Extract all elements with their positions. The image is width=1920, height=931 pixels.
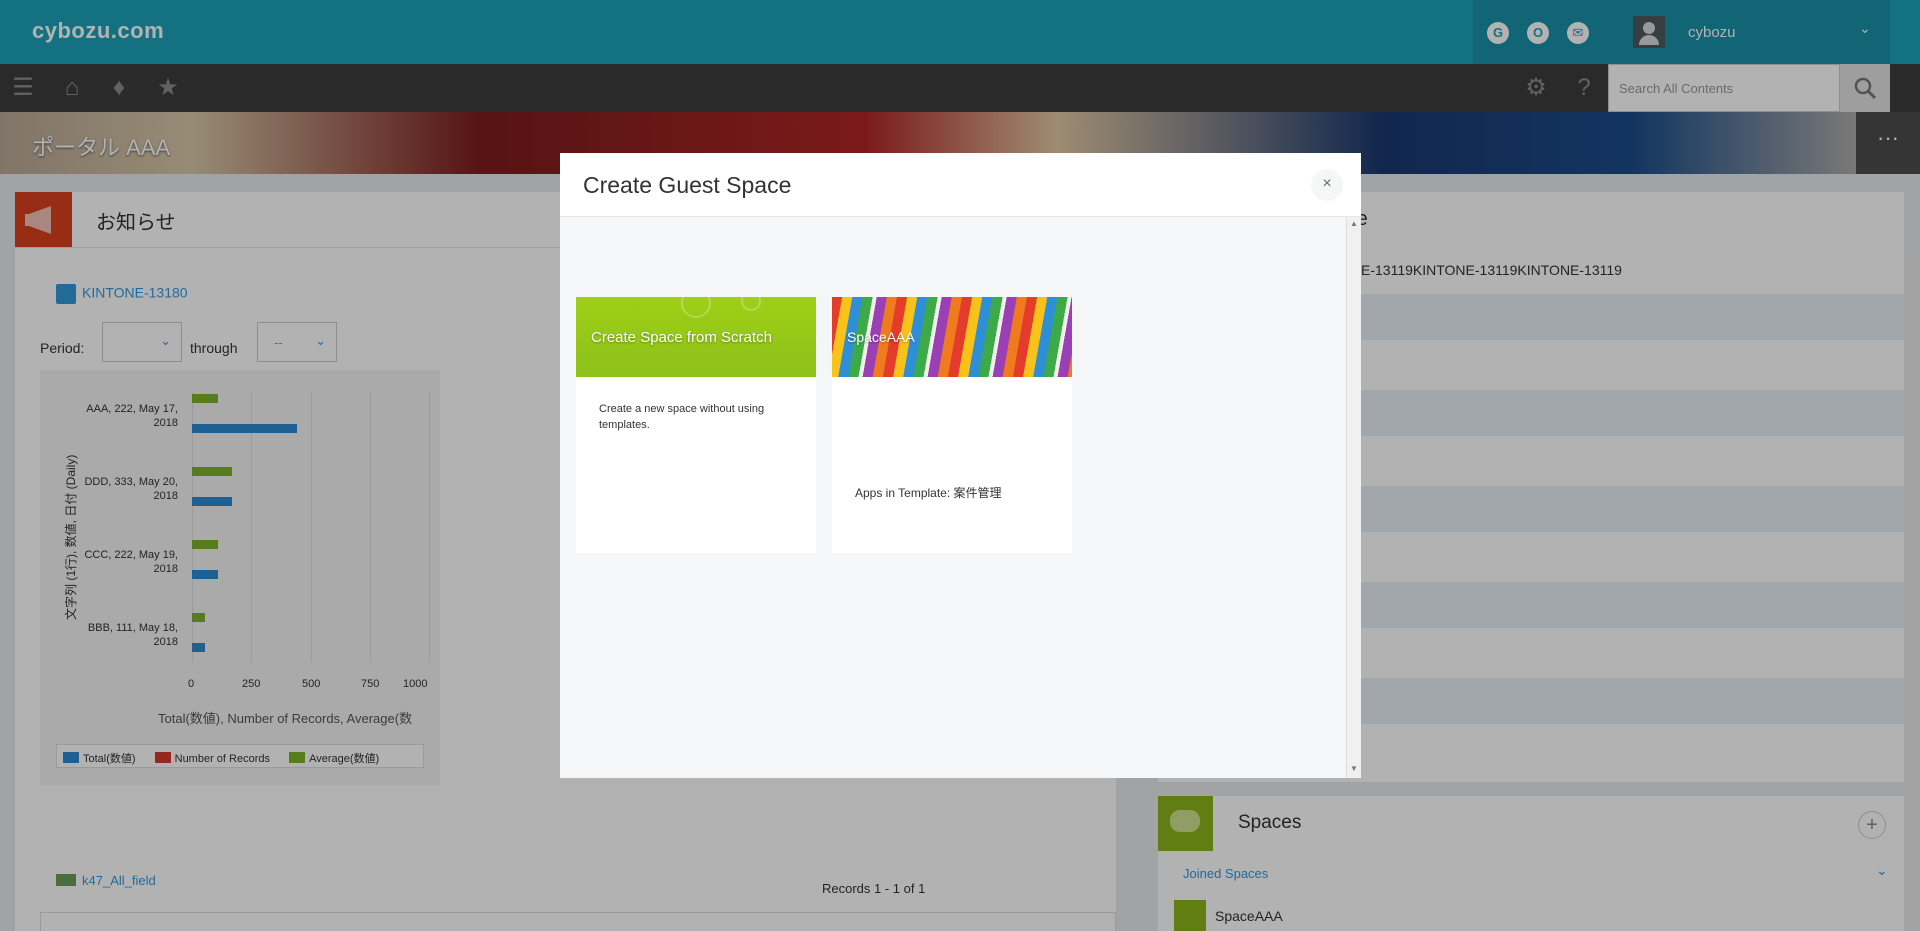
create-from-scratch-card[interactable]: Create Space from Scratch Create a new s… [576, 297, 816, 553]
create-guest-space-dialog: Create Guest Space × Create Space from S… [560, 153, 1361, 778]
template-card-spaceaaa[interactable]: SpaceAAA Apps in Template: 案件管理 [832, 297, 1072, 553]
dialog-title: Create Guest Space [583, 172, 792, 198]
apps-label: Apps in Template: [855, 486, 951, 500]
dialog-body: Create Space from Scratch Create a new s… [560, 217, 1346, 778]
scroll-down-arrow[interactable]: ▼ [1350, 764, 1358, 773]
card-apps-info: Apps in Template: 案件管理 [855, 484, 1002, 501]
card-header-image: SpaceAAA [832, 297, 1072, 377]
dialog-scrollbar[interactable]: ▲ ▼ [1346, 217, 1361, 778]
card-title: SpaceAAA [847, 329, 915, 345]
scroll-up-arrow[interactable]: ▲ [1350, 219, 1358, 228]
card-title: Create Space from Scratch [591, 329, 772, 346]
close-icon: × [1322, 175, 1332, 192]
close-button[interactable]: × [1311, 169, 1343, 201]
card-description: Create a new space without using templat… [599, 403, 765, 431]
card-header: Create Space from Scratch [576, 297, 816, 377]
apps-value: 案件管理 [953, 486, 1002, 500]
